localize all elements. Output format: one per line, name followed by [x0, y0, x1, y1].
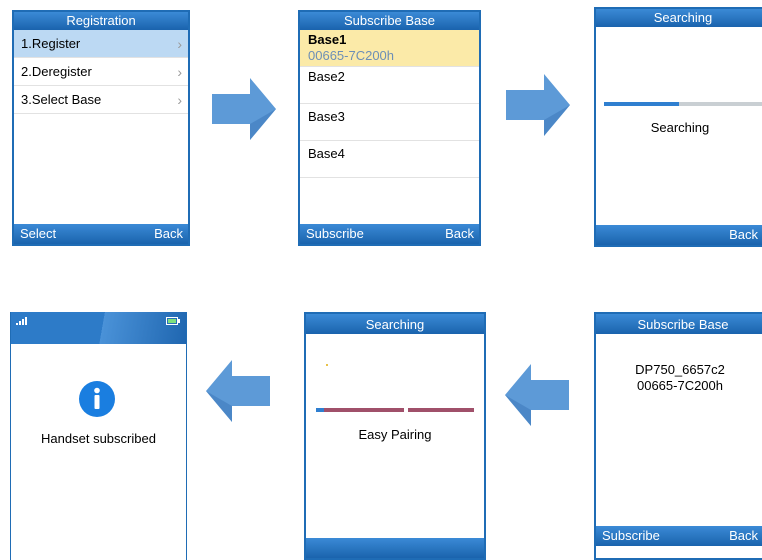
base-name: Base3 [308, 109, 345, 124]
pairing-status-text: Easy Pairing [358, 427, 432, 442]
battery-icon [166, 317, 180, 325]
subscribed-message: Handset subscribed [41, 431, 156, 446]
bottom-bar [306, 538, 484, 558]
flow-arrow-left-icon [505, 364, 569, 426]
chevron-right-icon: › [177, 64, 182, 80]
menu-item-register[interactable]: 1.Register › [14, 30, 188, 58]
subscribe-base-result-screen: Subscribe Base DP750_6657c2 00665-7C200h… [594, 312, 762, 560]
flow-arrow-left-icon [206, 360, 270, 422]
screen-title: Registration [14, 12, 188, 30]
searching-screen: Searching Searching Back [594, 7, 762, 247]
softkey-bar: Subscribe Back [596, 526, 762, 546]
back-softkey[interactable]: Back [729, 225, 758, 245]
base-name: Base2 [308, 69, 345, 84]
flow-arrow-right-icon [212, 78, 276, 140]
select-softkey[interactable]: Select [20, 224, 56, 244]
base-item-2[interactable]: Base2 [300, 67, 479, 104]
base-name: Base1 [308, 32, 347, 47]
back-softkey[interactable]: Back [445, 224, 474, 244]
search-progress-bar [604, 102, 762, 106]
subscribe-softkey[interactable]: Subscribe [306, 224, 364, 244]
handset-subscribed-screen: Handset subscribed [10, 312, 187, 560]
pairing-progress-segment [408, 408, 474, 412]
screen-title: Subscribe Base [596, 314, 762, 334]
menu-item-select-base[interactable]: 3.Select Base › [14, 86, 188, 114]
registration-screen: Registration 1.Register › 2.Deregister ›… [12, 10, 190, 246]
search-progress-fill [604, 102, 679, 106]
pairing-dot [326, 364, 328, 366]
menu-item-label: 2.Deregister [21, 64, 92, 79]
subscribe-softkey[interactable]: Subscribe [602, 526, 660, 546]
menu-item-deregister[interactable]: 2.Deregister › [14, 58, 188, 86]
base-id: 00665-7C200h [308, 48, 395, 63]
base-item-4[interactable]: Base4 [300, 141, 479, 178]
chevron-right-icon: › [177, 36, 182, 52]
pairing-progress-segment [324, 408, 404, 412]
subscribe-base-list-screen: Subscribe Base Base1 00665-7C200h Base2 … [298, 10, 481, 246]
pairing-progress-start [316, 408, 324, 412]
softkey-bar: Select Back [14, 224, 188, 244]
screen-title: Subscribe Base [300, 12, 479, 30]
screen-title: Searching [596, 9, 762, 27]
base-name: Base4 [308, 146, 345, 161]
status-bar [11, 312, 186, 344]
base-item-1[interactable]: Base1 00665-7C200h [300, 30, 479, 67]
flow-arrow-right-icon [506, 74, 570, 136]
softkey-bar: Back [596, 225, 762, 245]
softkey-bar: Subscribe Back [300, 224, 479, 244]
info-icon [79, 381, 115, 417]
pairing-progress-bar [316, 408, 474, 412]
chevron-right-icon: › [177, 92, 182, 108]
searching-status-text: Searching [650, 120, 710, 135]
menu-item-label: 1.Register [21, 36, 81, 51]
base-id-text: 00665-7C200h [636, 378, 724, 393]
base-name-text: DP750_6657c2 [635, 362, 725, 377]
menu-item-label: 3.Select Base [21, 92, 102, 107]
signal-icon [16, 317, 27, 325]
back-softkey[interactable]: Back [154, 224, 183, 244]
screen-title: Searching [306, 314, 484, 334]
base-item-3[interactable]: Base3 [300, 104, 479, 141]
easy-pairing-screen: Searching Easy Pairing [304, 312, 486, 560]
back-softkey[interactable]: Back [729, 526, 758, 546]
